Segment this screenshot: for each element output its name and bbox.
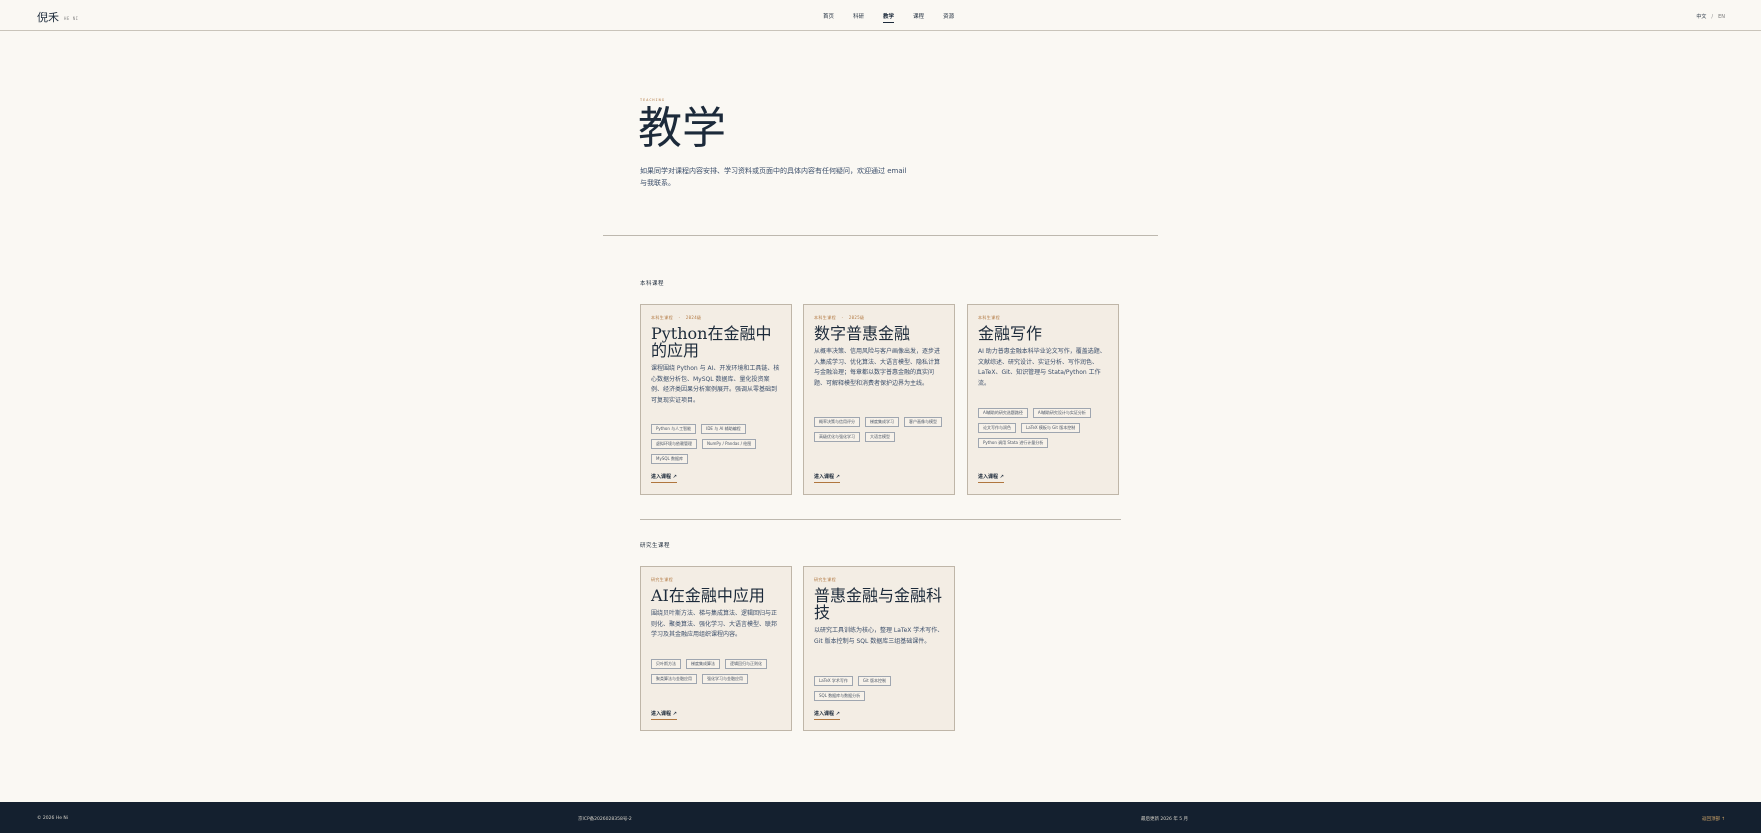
card-meta: 研究生课程	[814, 577, 836, 582]
lang-zh[interactable]: 中文	[1696, 14, 1706, 20]
grad-section-label: 研究生课程	[640, 543, 671, 549]
tag: 大语言模型	[865, 432, 895, 442]
card-title: Python在金融中的应用	[651, 324, 772, 360]
tag: 概率决策与信用评分	[814, 417, 860, 427]
card-tags: Python 与人工智能 IDE 与 AI 辅助编程 虚拟环境与依赖管理 Num…	[651, 424, 783, 464]
tag: LaTeX 模板与 Git 版本控制	[1021, 423, 1081, 433]
link-label: 进入课程	[814, 711, 835, 717]
footer-copyright: © 2026 He Ni	[37, 816, 69, 821]
card-tags: LaTeX 学术写作 Git 版本控制 SQL 数据库与数据分析	[814, 676, 946, 701]
tag: NumPy / Pandas / 绘图	[702, 439, 757, 449]
enter-course-link[interactable]: 进入课程 ↗	[651, 710, 677, 720]
card-meta: 本科生课程 · 2024级	[651, 315, 702, 320]
tag: Python 调用 Stata 进行计量分析	[978, 438, 1049, 448]
course-card-digital-inclusive-finance: 本科生课程 · 2025级 数字普惠金融 从概率决策、信用风险与客户画像出发，逐步进…	[803, 304, 955, 495]
site-header: 倪禾 HE NI 首页 科研 教学 课程 资源 中文 / EN	[0, 0, 1761, 31]
footer-icp[interactable]: 京ICP备2026028358号-2	[578, 816, 632, 822]
card-meta-type: 本科生课程	[651, 315, 673, 320]
card-meta: 本科生课程	[978, 315, 1000, 320]
card-meta: 研究生课程	[651, 577, 673, 582]
hero-eyebrow: TEACHING	[640, 98, 665, 102]
course-card-inclusive-fintech: 研究生课程 普惠金融与金融科技 以研究工具训练为核心，整理 LaTeX 学术写作…	[803, 566, 955, 731]
enter-course-link[interactable]: 进入课程 ↗	[978, 473, 1004, 483]
page-title: 教学	[638, 103, 726, 154]
tag: Python 与人工智能	[651, 424, 697, 434]
card-description: AI 助力普惠金融本科毕业论文写作，覆盖选题、文献综述、研究设计、实证分析、写作…	[978, 348, 1106, 387]
tag: 虚拟环境与依赖管理	[651, 439, 697, 449]
nav-item-research[interactable]: 科研	[853, 12, 864, 20]
tag: 贝叶斯方法	[651, 659, 681, 669]
arrow-up-right-icon: ↗	[999, 474, 1004, 480]
card-description: 课程围绕 Python 与 AI、开发环境和工具链、核心数据分析包、MySQL …	[651, 365, 780, 404]
arrow-up-right-icon: ↗	[835, 474, 840, 480]
card-title: AI在金融中应用	[651, 586, 765, 605]
link-label: 进入课程	[814, 474, 835, 480]
lang-en[interactable]: EN	[1718, 14, 1725, 20]
tag: 强化学习与金融应用	[702, 674, 748, 684]
tag: 客户画像与模型	[904, 417, 942, 427]
tag: 论文写作与润色	[978, 423, 1016, 433]
tag: 聚类算法与金融应用	[651, 674, 697, 684]
site-logo[interactable]: 倪禾 HE NI	[37, 9, 79, 25]
tag: 逻辑回归与正则化	[725, 659, 767, 669]
link-label: 进入课程	[651, 711, 672, 717]
card-tags: 概率决策与信用评分 梯度集成学习 客户画像与模型 高级优化与强化学习 大语言模型	[814, 417, 946, 442]
lang-separator: /	[1711, 14, 1714, 20]
card-tags: AI辅助的研究选题路径 AI辅助研究设计与实证分析 论文写作与润色 LaTeX …	[978, 408, 1110, 448]
card-title: 数字普惠金融	[814, 324, 911, 343]
nav-item-courses[interactable]: 课程	[913, 12, 924, 20]
card-title: 金融写作	[978, 324, 1043, 343]
tag: AI辅助研究设计与实证分析	[1032, 408, 1091, 418]
nav-item-home[interactable]: 首页	[823, 12, 834, 20]
course-card-ai-finance: 研究生课程 AI在金融中应用 围绕贝叶斯方法、梯与集成算法、逻辑回归与正则化、聚…	[640, 566, 792, 731]
enter-course-link[interactable]: 进入课程 ↗	[814, 710, 840, 720]
tag: AI辅助的研究选题路径	[978, 408, 1028, 418]
section-divider	[640, 519, 1121, 520]
main-nav: 首页 科研 教学 课程 资源	[823, 12, 973, 23]
tag: 梯度集成算法	[686, 659, 720, 669]
section-divider	[603, 235, 1158, 236]
tag: SQL 数据库与数据分析	[814, 691, 866, 701]
tag: 高级优化与强化学习	[814, 432, 860, 442]
card-description: 从概率决策、信用风险与客户画像出发，逐步进入集成学习、优化算法、大语言模型、隐私…	[814, 348, 941, 387]
tag: Git 版本控制	[857, 676, 891, 686]
course-card-python-finance: 本科生课程 · 2024级 Python在金融中的应用 课程围绕 Python 与 …	[640, 304, 792, 495]
card-title: 普惠金融与金融科技	[814, 586, 943, 622]
enter-course-link[interactable]: 进入课程 ↗	[814, 473, 840, 483]
arrow-up-right-icon: ↗	[672, 474, 677, 480]
nav-item-resources[interactable]: 资源	[943, 12, 954, 20]
card-meta: 本科生课程 · 2025级	[814, 315, 865, 320]
course-card-financial-writing: 本科生课程 金融写作 AI 助力普惠金融本科毕业论文写作，覆盖选题、文献综述、研…	[967, 304, 1119, 495]
back-to-top-link[interactable]: 返回顶部 ↑	[1702, 816, 1725, 822]
arrow-up-right-icon: ↗	[835, 711, 840, 717]
card-meta-type: 本科生课程	[814, 315, 836, 320]
card-description: 以研究工具训练为核心，整理 LaTeX 学术写作、Git 版本控制与 SQL 数…	[814, 627, 944, 645]
tag: IDE 与 AI 辅助编程	[701, 424, 746, 434]
card-meta-year: 2025级	[848, 315, 865, 320]
card-meta-year: 2024级	[685, 315, 702, 320]
tag: 梯度集成学习	[865, 417, 899, 427]
card-tags: 贝叶斯方法 梯度集成算法 逻辑回归与正则化 聚类算法与金融应用 强化学习与金融应…	[651, 659, 783, 684]
site-footer: © 2026 He Ni 京ICP备2026028358号-2 最后更新 202…	[0, 802, 1761, 833]
link-label: 进入课程	[651, 474, 672, 480]
card-description: 围绕贝叶斯方法、梯与集成算法、逻辑回归与正则化、聚类算法、强化学习、大语言模型、…	[651, 610, 778, 638]
language-switcher: 中文 / EN	[1696, 13, 1725, 20]
tag: MySQL 数据库	[651, 454, 689, 464]
link-label: 进入课程	[978, 474, 999, 480]
enter-course-link[interactable]: 进入课程 ↗	[651, 473, 677, 483]
tag: LaTeX 学术写作	[814, 676, 853, 686]
logo-text: 倪禾	[37, 11, 59, 24]
hero-description: 如果同学对课程内容安排、学习资料或页面中的具体内容有任何疑问，欢迎通过 emai…	[640, 167, 907, 187]
arrow-up-right-icon: ↗	[672, 711, 677, 717]
footer-updated: 最后更新 2026 年 5 月	[1141, 817, 1189, 822]
nav-item-teaching[interactable]: 教学	[883, 12, 895, 23]
logo-subtitle: HE NI	[64, 15, 79, 21]
undergrad-section-label: 本科课程	[640, 281, 665, 287]
